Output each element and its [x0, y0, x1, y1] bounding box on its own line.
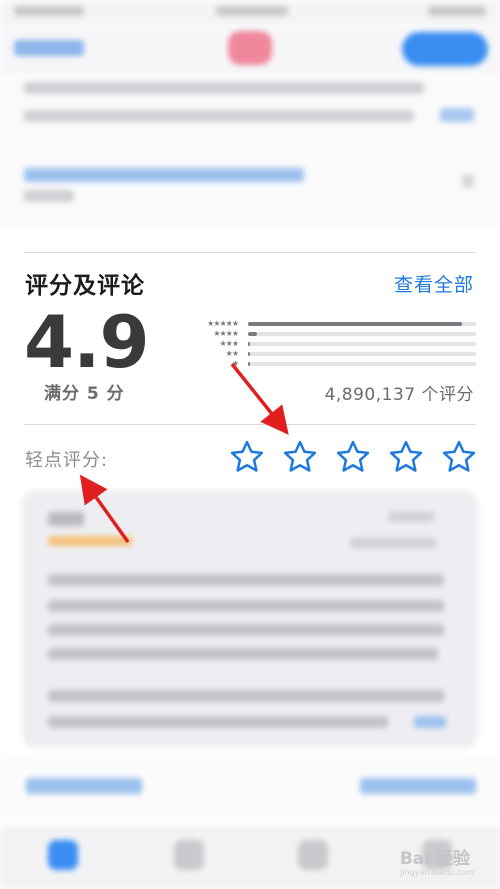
histogram-bar-1 [248, 362, 251, 366]
back-button[interactable] [14, 40, 84, 56]
tap-to-rate-label: 轻点评分: [25, 450, 109, 471]
histogram-bar-5 [248, 322, 463, 326]
rate-star-5-icon[interactable] [440, 438, 478, 476]
ratings-section-title: 评分及评论 [25, 273, 145, 299]
rating-histogram: ★★★★★ ★★★★ ★★★ ★★ ★ [186, 318, 478, 370]
more-link[interactable] [440, 108, 474, 122]
description-section [0, 76, 500, 226]
app-support-link[interactable] [360, 778, 476, 794]
histogram-bar-3 [248, 342, 251, 346]
histogram-stars-label: ★★ [225, 349, 239, 358]
tap-rate-divider [24, 424, 476, 425]
average-score: 4.9 [24, 300, 150, 384]
out-of-label: 满分 5 分 [44, 384, 125, 404]
app-icon [228, 31, 272, 65]
rate-star-2-icon[interactable] [281, 438, 319, 476]
histogram-stars-label: ★ [231, 359, 239, 368]
watermark-sub: jingyan.baidu.com [400, 868, 474, 877]
histogram-row-1: ★ [186, 360, 478, 368]
tab-today[interactable] [48, 840, 78, 870]
rating-count: 4,890,137 个评分 [324, 385, 474, 405]
histogram-row-4: ★★★★ [186, 330, 478, 338]
rate-star-4-icon[interactable] [387, 438, 425, 476]
see-all-link[interactable]: 查看全部 [394, 270, 474, 297]
histogram-row-3: ★★★ [186, 340, 478, 348]
baidu-watermark: Bai 经验 [399, 849, 470, 869]
get-button[interactable] [402, 32, 488, 66]
review-card[interactable] [22, 490, 478, 748]
histogram-bar-4 [248, 332, 258, 336]
nav-bar [0, 26, 500, 76]
rate-star-3-icon[interactable] [334, 438, 372, 476]
tab-apps[interactable] [298, 840, 328, 870]
histogram-stars-label: ★★★★★ [207, 319, 239, 328]
write-review-link[interactable] [26, 778, 142, 794]
tab-games[interactable] [174, 840, 204, 870]
histogram-bar-2 [248, 352, 251, 356]
review-actions [0, 758, 500, 818]
arrow-to-stars [230, 362, 289, 435]
histogram-stars-label: ★★★ [219, 339, 239, 348]
status-bar [0, 0, 500, 26]
section-divider [24, 252, 476, 253]
histogram-stars-label: ★★★★ [213, 329, 239, 338]
rate-star-1-icon[interactable] [228, 438, 266, 476]
histogram-row-2: ★★ [186, 350, 478, 358]
histogram-row-5: ★★★★★ [186, 320, 478, 328]
